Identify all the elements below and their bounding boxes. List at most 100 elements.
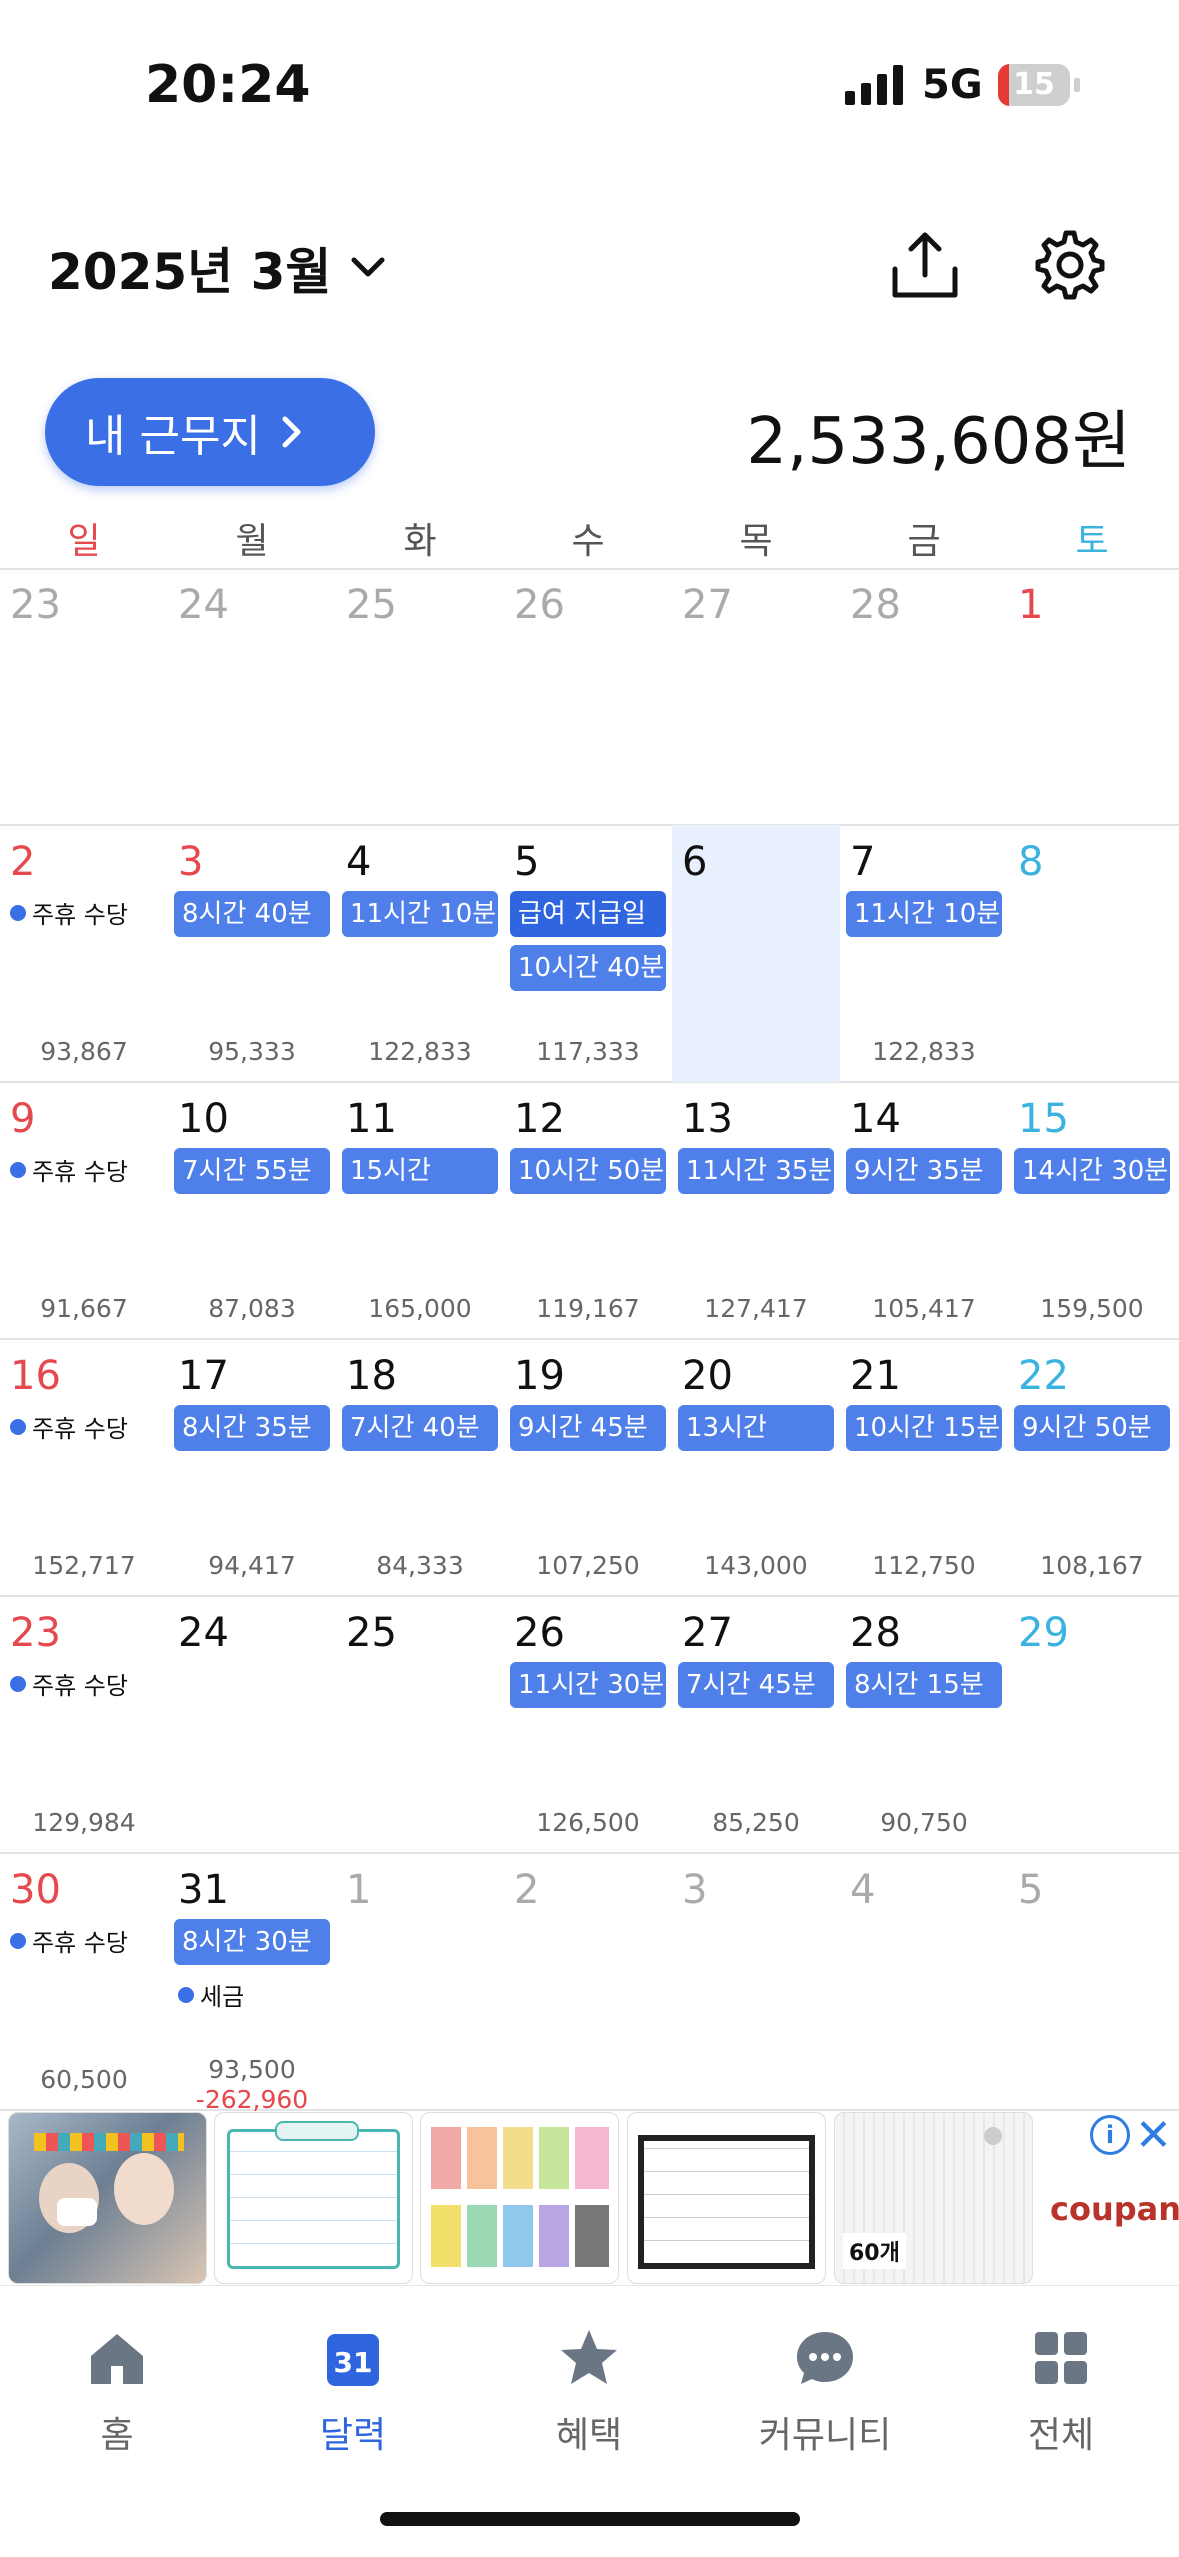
ad-file-pockets[interactable]: 60개 [834, 2112, 1033, 2284]
day-cell[interactable]: 29 [1008, 1598, 1176, 1853]
day-cell[interactable]: 16 주휴 수당 152,717 [0, 1341, 168, 1596]
day-cell[interactable]: 26 11시간 30분 126,500 [504, 1598, 672, 1853]
day-cell[interactable]: 24 [168, 570, 336, 825]
day-cell[interactable]: 28 [840, 570, 1008, 825]
work-hours-chip[interactable]: 9시간 50분 [1014, 1405, 1170, 1451]
daily-wage: 152,717 [32, 1551, 136, 1580]
holiday-allowance-note: 주휴 수당 [10, 1666, 128, 1701]
day-cell[interactable]: 2 주휴 수당 93,867 [0, 827, 168, 1082]
day-cell[interactable]: 21 10시간 15분 112,750 [840, 1341, 1008, 1596]
work-hours-chip[interactable]: 8시간 15분 [846, 1662, 1002, 1708]
day-cell[interactable]: 8 [1008, 827, 1176, 1082]
day-cell[interactable]: 4 [840, 1855, 1008, 2110]
day-cell[interactable]: 30 주휴 수당 60,500 [0, 1855, 168, 2110]
day-cell[interactable]: 3 8시간 40분 95,333 [168, 827, 336, 1082]
blue-dot-icon [178, 1986, 194, 2003]
day-cell[interactable]: 9 주휴 수당 91,667 [0, 1084, 168, 1339]
day-cell[interactable]: 25 [336, 570, 504, 825]
day-cell[interactable]: 6 [672, 825, 840, 1082]
month-selector[interactable]: 2025년 3월 [48, 232, 385, 304]
close-icon[interactable]: ✕ [1135, 2110, 1172, 2161]
day-cell[interactable]: 24 [168, 1598, 336, 1853]
weekday-tue: 화 [403, 521, 437, 562]
daily-wage: 93,500 [208, 2055, 296, 2084]
work-hours-chip[interactable]: 10시간 50분 [510, 1148, 666, 1194]
day-cell[interactable]: 3 [672, 1855, 840, 2110]
work-hours-chip[interactable]: 9시간 45분 [510, 1405, 666, 1451]
day-cell[interactable]: 15 14시간 30분 159,500 [1008, 1084, 1176, 1339]
nav-benefits[interactable]: 혜택 [489, 2326, 689, 2458]
day-cell[interactable]: 31 8시간 30분 세금 93,500 -262,960 [168, 1855, 336, 2114]
day-cell[interactable]: 28 8시간 15분 90,750 [840, 1598, 1008, 1853]
day-number: 28 [850, 1610, 901, 1656]
info-icon[interactable]: i [1090, 2115, 1130, 2155]
daily-wage: 93,867 [40, 1037, 128, 1066]
day-cell[interactable]: 18 7시간 40분 84,333 [336, 1341, 504, 1596]
work-hours-chip[interactable]: 11시간 30분 [510, 1662, 666, 1708]
day-cell[interactable]: 2 [504, 1855, 672, 2110]
ad-product-photo[interactable] [8, 2112, 207, 2284]
payday-chip[interactable]: 급여 지급일 [510, 891, 666, 937]
settings-gear-icon[interactable] [1030, 225, 1110, 305]
daily-wage: 126,500 [536, 1808, 640, 1837]
day-cell[interactable]: 19 9시간 45분 107,250 [504, 1341, 672, 1596]
workplace-button-label: 내 근무지 [85, 411, 261, 462]
day-number: 8 [1018, 839, 1044, 885]
work-hours-chip[interactable]: 10시간 40분 [510, 945, 666, 991]
day-cell[interactable]: 25 [336, 1598, 504, 1853]
day-cell[interactable]: 27 7시간 45분 85,250 [672, 1598, 840, 1853]
day-number: 2 [514, 1867, 540, 1913]
work-hours-chip[interactable]: 7시간 55분 [174, 1148, 330, 1194]
nav-calendar[interactable]: 31 달력 [253, 2326, 453, 2458]
nav-all[interactable]: 전체 [961, 2326, 1161, 2458]
day-cell[interactable]: 23 주휴 수당 129,984 [0, 1598, 168, 1853]
note-label: 세금 [200, 1983, 245, 2011]
day-cell[interactable]: 26 [504, 570, 672, 825]
day-cell[interactable]: 10 7시간 55분 87,083 [168, 1084, 336, 1339]
day-cell[interactable]: 20 13시간 143,000 [672, 1341, 840, 1596]
ad-whiteboard-planner[interactable] [627, 2112, 826, 2284]
day-cell[interactable]: 12 10시간 50분 119,167 [504, 1084, 672, 1339]
work-hours-chip[interactable]: 10시간 15분 [846, 1405, 1002, 1451]
day-cell[interactable]: 11 15시간 165,000 [336, 1084, 504, 1339]
day-cell[interactable]: 22 9시간 50분 108,167 [1008, 1341, 1176, 1596]
work-hours-chip[interactable]: 8시간 30분 [174, 1919, 330, 1965]
day-cell[interactable]: 14 9시간 35분 105,417 [840, 1084, 1008, 1339]
network-type: 5G [922, 62, 983, 108]
work-hours-chip[interactable]: 14시간 30분 [1014, 1148, 1170, 1194]
day-cell[interactable]: 7 11시간 10분 122,833 [840, 827, 1008, 1082]
work-hours-chip[interactable]: 13시간 [678, 1405, 834, 1451]
nav-home[interactable]: 홈 [17, 2326, 217, 2458]
day-cell[interactable]: 17 8시간 35분 94,417 [168, 1341, 336, 1596]
day-number: 9 [10, 1096, 36, 1142]
work-hours-chip[interactable]: 8시간 35분 [174, 1405, 330, 1451]
work-hours-chip[interactable]: 9시간 35분 [846, 1148, 1002, 1194]
ad-color-planners[interactable] [420, 2112, 619, 2284]
daily-wage: 107,250 [536, 1551, 640, 1580]
work-hours-chip[interactable]: 15시간 [342, 1148, 498, 1194]
day-number: 4 [346, 839, 372, 885]
day-number: 11 [346, 1096, 397, 1142]
work-hours-chip[interactable]: 11시간 35분 [678, 1148, 834, 1194]
day-cell[interactable]: 27 [672, 570, 840, 825]
work-hours-chip[interactable]: 11시간 10분 [846, 891, 1002, 937]
day-cell[interactable]: 5 급여 지급일 10시간 40분 117,333 [504, 827, 672, 1082]
day-cell[interactable]: 1 [1008, 570, 1176, 825]
work-hours-chip[interactable]: 7시간 40분 [342, 1405, 498, 1451]
work-hours-chip[interactable]: 8시간 40분 [174, 891, 330, 937]
share-icon[interactable] [885, 225, 965, 305]
daily-wage: 91,667 [40, 1294, 128, 1323]
day-cell[interactable]: 5 [1008, 1855, 1176, 2110]
work-hours-chip[interactable]: 11시간 10분 [342, 891, 498, 937]
day-number: 27 [682, 582, 733, 628]
my-workplace-button[interactable]: 내 근무지 [45, 378, 375, 486]
day-number: 14 [850, 1096, 901, 1142]
day-cell[interactable]: 13 11시간 35분 127,417 [672, 1084, 840, 1339]
nav-community[interactable]: 커뮤니티 [725, 2326, 925, 2458]
day-number: 29 [1018, 1610, 1069, 1656]
work-hours-chip[interactable]: 7시간 45분 [678, 1662, 834, 1708]
day-cell[interactable]: 4 11시간 10분 122,833 [336, 827, 504, 1082]
day-cell[interactable]: 1 [336, 1855, 504, 2110]
ad-monthly-planner[interactable] [214, 2112, 413, 2284]
day-cell[interactable]: 23 [0, 570, 168, 825]
